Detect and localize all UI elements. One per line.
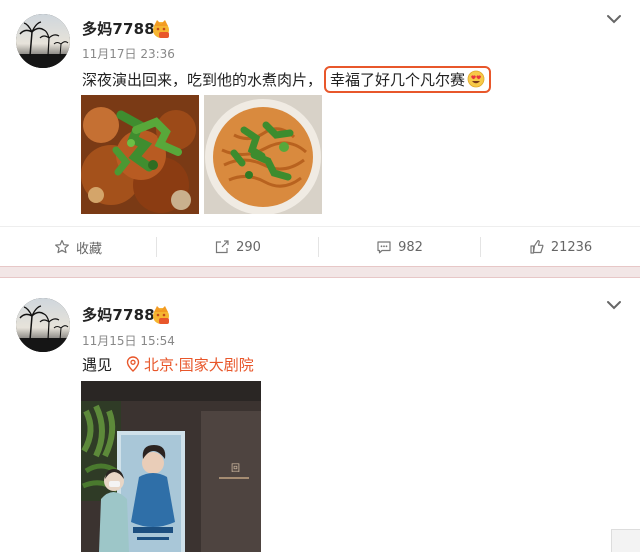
vip-crown-icon: [153, 20, 169, 38]
vip-crown-icon: [153, 306, 169, 324]
share-button[interactable]: 290: [157, 227, 318, 267]
avatar[interactable]: [16, 14, 70, 68]
post-text-body: 遇见: [82, 356, 113, 374]
username[interactable]: 多妈7788: [82, 304, 155, 325]
chevron-down-icon[interactable]: [606, 300, 622, 310]
username[interactable]: 多妈7788: [82, 18, 155, 39]
favorite-button[interactable]: 收藏: [0, 227, 156, 267]
like-button[interactable]: 21236: [481, 227, 640, 267]
thumbs-up-icon: [530, 240, 544, 254]
post-card: 多妈7788 11月15日 15:54 遇见 北京·国家大剧院 回: [0, 278, 640, 552]
comment-count: 982: [398, 239, 423, 255]
post-card: 多妈7788 11月17日 23:36 深夜演出回来，吃到他的水煮肉片， 幸福了好…: [0, 0, 640, 266]
share-count: 290: [236, 239, 261, 255]
shredded-dish-photo[interactable]: [204, 95, 322, 214]
location-link[interactable]: 北京·国家大剧院: [144, 356, 254, 374]
star-icon: [54, 239, 69, 254]
post-separator: [0, 266, 640, 278]
highlighted-phrase: 幸福了好几个凡尔赛: [324, 66, 492, 93]
action-bar: 收藏 290 982 21236: [0, 226, 640, 267]
palm-sunset-avatar-icon: [16, 14, 70, 68]
theater-poster-photo[interactable]: 回: [81, 381, 261, 552]
location-pin-icon: [126, 356, 140, 372]
scroll-corner: [611, 529, 640, 552]
chevron-down-icon[interactable]: [606, 14, 622, 24]
timestamp: 11月15日 15:54: [82, 334, 175, 348]
avatar[interactable]: [16, 298, 70, 352]
favorite-label: 收藏: [75, 241, 102, 257]
post-text-body: 深夜演出回来，吃到他的水煮肉片，: [82, 71, 323, 89]
post-text: 深夜演出回来，吃到他的水煮肉片， 幸福了好几个凡尔赛: [82, 66, 492, 93]
heart-eyes-emoji-icon: [467, 70, 485, 88]
highlighted-phrase-text: 幸福了好几个凡尔赛: [330, 71, 466, 89]
svg-text:回: 回: [231, 463, 240, 474]
palm-sunset-avatar-icon: [16, 298, 70, 352]
like-count: 21236: [550, 239, 593, 255]
comment-button[interactable]: 982: [319, 227, 480, 267]
spicy-fish-photo[interactable]: [81, 95, 199, 214]
post-text: 遇见 北京·国家大剧院: [82, 354, 254, 375]
share-icon: [215, 240, 229, 254]
timestamp: 11月17日 23:36: [82, 47, 175, 61]
comment-icon: [377, 241, 391, 254]
